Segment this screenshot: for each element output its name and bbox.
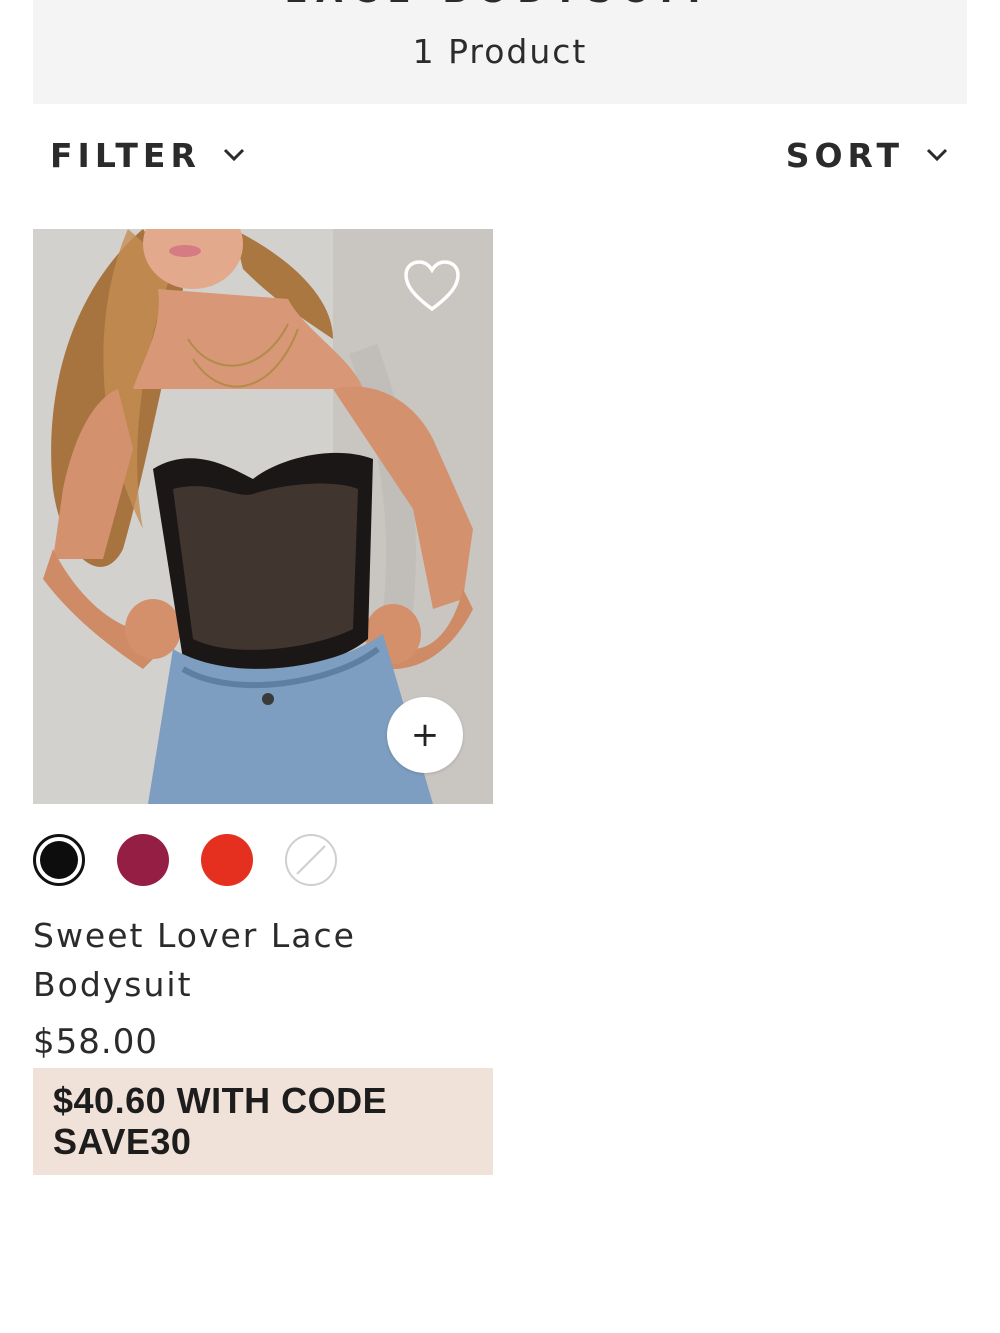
- slash-icon: [296, 845, 326, 875]
- filter-button[interactable]: FILTER: [50, 132, 247, 178]
- page-title: LACE BODYSUIT: [33, 0, 967, 8]
- swatch-fill: [201, 834, 253, 886]
- quick-add-button[interactable]: +: [387, 697, 463, 773]
- swatch-wine[interactable]: [117, 834, 169, 886]
- chevron-down-icon: [223, 148, 244, 162]
- filter-label: FILTER: [50, 135, 201, 175]
- swatch-fill: [40, 841, 78, 879]
- product-image[interactable]: +: [33, 229, 493, 804]
- promo-text: $40.60 WITH CODE SAVE30: [53, 1080, 388, 1162]
- sort-button[interactable]: SORT: [786, 132, 950, 178]
- product-price: $58.00: [33, 1022, 158, 1062]
- plus-icon: +: [410, 715, 440, 755]
- product-count: 1 Product: [412, 32, 588, 71]
- chevron-down-icon: [926, 148, 948, 162]
- category-header: LACE BODYSUIT 1 Product: [33, 0, 967, 104]
- sort-label: SORT: [785, 135, 904, 175]
- heart-icon[interactable]: [403, 259, 461, 313]
- swatch-unavailable[interactable]: [285, 834, 337, 886]
- color-swatches: [33, 834, 337, 886]
- promo-banner: $40.60 WITH CODE SAVE30: [33, 1068, 493, 1175]
- swatch-fill: [117, 834, 169, 886]
- product-name[interactable]: Sweet Lover Lace Bodysuit: [33, 911, 453, 1009]
- swatch-red[interactable]: [201, 834, 253, 886]
- category-page: LACE BODYSUIT 1 Product FILTER SORT: [0, 0, 1000, 1333]
- swatch-black[interactable]: [33, 834, 85, 886]
- product-card: + Sweet Lover Lace Bodysuit $58.00 $40.6…: [33, 229, 493, 1175]
